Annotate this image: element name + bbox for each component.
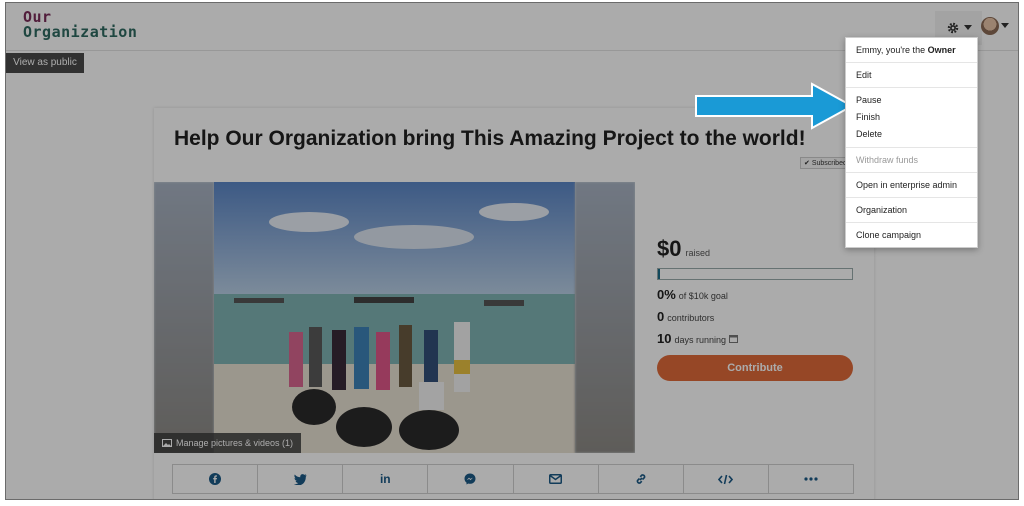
subscribed-badge[interactable]: ✔ Subscribed — [800, 157, 851, 169]
menu-greeting-prefix: Emmy, you're the — [856, 45, 928, 55]
share-facebook-button[interactable] — [173, 465, 259, 493]
more-icon — [804, 477, 818, 481]
chevron-down-icon — [963, 25, 972, 30]
campaign-media[interactable]: Manage pictures & videos (1) — [154, 182, 635, 453]
avatar — [981, 17, 999, 35]
media-backdrop-right — [575, 182, 635, 453]
user-menu-button[interactable] — [981, 17, 1009, 35]
campaign-photo — [214, 182, 575, 453]
menu-item-pause[interactable]: Pause — [846, 92, 977, 109]
menu-divider — [846, 87, 977, 88]
organization-logo[interactable]: Our Organization — [23, 10, 137, 40]
raised-amount: $0 raised — [657, 236, 853, 262]
check-icon: ✔ — [804, 160, 810, 167]
menu-item-finish[interactable]: Finish — [846, 109, 977, 126]
goal-label: of $10k goal — [678, 291, 728, 301]
raised-label: raised — [685, 248, 710, 258]
email-icon — [549, 474, 563, 484]
menu-divider — [846, 147, 977, 148]
share-linkedin-button[interactable]: in — [343, 465, 429, 493]
linkedin-icon: in — [379, 472, 391, 486]
share-link-button[interactable] — [599, 465, 684, 493]
contributors-stat: 0 contributors — [657, 309, 853, 324]
menu-item-organization[interactable]: Organization — [846, 202, 977, 218]
share-more-button[interactable] — [769, 465, 853, 493]
calendar-icon — [729, 335, 739, 343]
messenger-icon — [464, 473, 476, 485]
share-twitter-button[interactable] — [258, 465, 344, 493]
menu-item-edit[interactable]: Edit — [846, 67, 977, 83]
menu-item-enterprise-admin[interactable]: Open in enterprise admin — [846, 177, 977, 193]
goal-progress-bar — [657, 268, 853, 280]
days-stat: 10 days running — [657, 331, 853, 346]
manage-media-button[interactable]: Manage pictures & videos (1) — [154, 433, 302, 453]
days-count: 10 — [657, 331, 672, 346]
subscribed-label: Subscribed — [811, 160, 847, 167]
menu-item-withdraw-funds: Withdraw funds — [856, 155, 919, 165]
contributors-count: 0 — [657, 309, 665, 324]
share-messenger-button[interactable] — [428, 465, 514, 493]
raised-value: $0 — [657, 236, 682, 261]
facebook-icon — [209, 473, 222, 485]
menu-divider — [846, 172, 977, 173]
goal-percent: 0% — [657, 287, 676, 302]
link-icon — [636, 474, 646, 484]
goal-progress-fill — [658, 269, 660, 279]
goal-stat: 0% of $10k goal — [657, 287, 853, 302]
menu-divider — [846, 197, 977, 198]
menu-divider — [846, 62, 977, 63]
menu-item-clone-campaign[interactable]: Clone campaign — [846, 227, 977, 243]
funding-stats: $0 raised 0% of $10k goal 0 contributors… — [657, 236, 853, 381]
menu-item-delete[interactable]: Delete — [846, 126, 977, 143]
days-label: days running — [674, 335, 727, 345]
menu-divider — [846, 222, 977, 223]
callout-arrow-icon — [695, 82, 854, 130]
twitter-icon — [293, 473, 307, 485]
media-backdrop-left — [154, 182, 214, 453]
menu-greeting-role: Owner — [927, 45, 956, 55]
settings-dropdown-menu: Emmy, you're the Owner Edit Pause Finish… — [845, 37, 978, 248]
campaign-title: Help Our Organization bring This Amazing… — [174, 127, 806, 150]
menu-greeting: Emmy, you're the Owner — [846, 42, 977, 58]
campaign-card: Help Our Organization bring This Amazing… — [154, 108, 874, 499]
contribute-button[interactable]: Contribute — [657, 355, 853, 381]
gear-icon — [947, 22, 958, 34]
manage-media-label: Manage pictures & videos (1) — [176, 438, 294, 448]
share-email-button[interactable] — [514, 465, 599, 493]
logo-line-2: Organization — [23, 23, 138, 41]
contributors-label: contributors — [667, 313, 715, 323]
view-as-public-button[interactable]: View as public — [6, 53, 84, 73]
embed-icon — [718, 474, 734, 484]
chevron-down-icon — [1001, 23, 1009, 28]
share-bar: in — [172, 464, 854, 494]
image-icon — [162, 439, 172, 447]
share-embed-button[interactable] — [684, 465, 769, 493]
